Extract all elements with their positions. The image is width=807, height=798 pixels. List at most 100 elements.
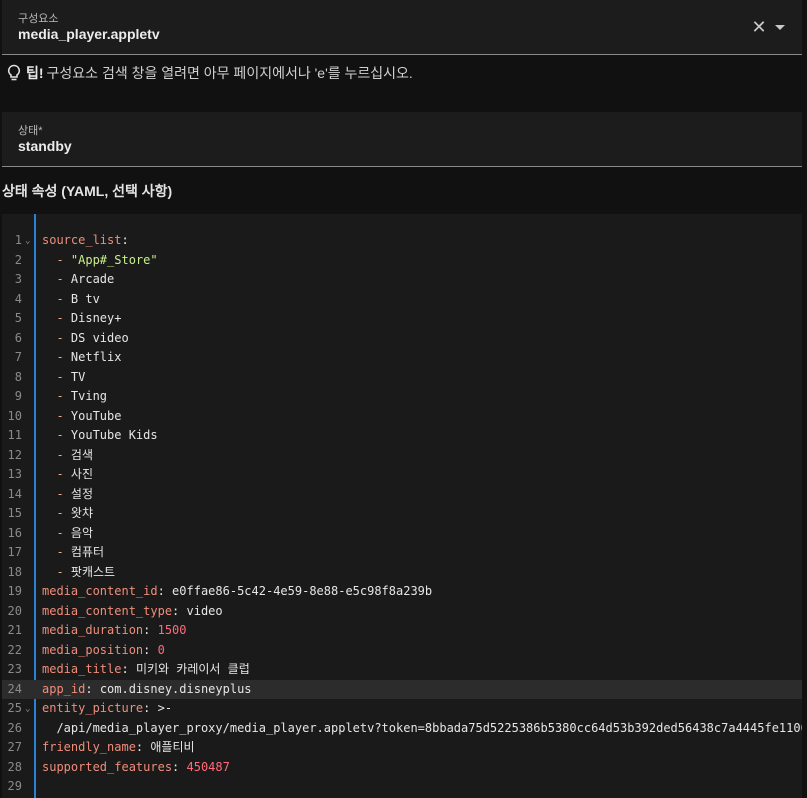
line-number: 29 bbox=[7, 779, 22, 793]
code-text: - 팟캐스트 bbox=[42, 563, 115, 583]
code-line[interactable]: 13 - 사진 bbox=[2, 465, 802, 485]
code-text: /api/media_player_proxy/media_player.app… bbox=[42, 719, 802, 739]
yaml-key: friendly_name bbox=[42, 740, 136, 754]
yaml-value: Netflix bbox=[70, 350, 122, 364]
list-dash: - bbox=[42, 350, 71, 364]
code-line[interactable]: 12 - 검색 bbox=[2, 446, 802, 466]
list-dash: - bbox=[42, 272, 71, 286]
list-dash: - bbox=[42, 525, 71, 540]
chevron-down-icon[interactable] bbox=[772, 19, 788, 35]
code-line[interactable]: 9 - Tving bbox=[2, 387, 802, 407]
code-line[interactable]: 16 - 음악 bbox=[2, 524, 802, 544]
code-text: media_duration: 1500 bbox=[42, 621, 187, 641]
code-text: media_position: 0 bbox=[42, 641, 165, 661]
line-number: 8 bbox=[14, 369, 22, 384]
yaml-value: B tv bbox=[70, 291, 100, 306]
code-line[interactable]: 6 - DS video bbox=[2, 329, 802, 349]
yaml-separator: : bbox=[121, 662, 136, 676]
entity-field-value[interactable]: media_player.appletv bbox=[18, 26, 160, 42]
code-text: supported_features: 450487 bbox=[42, 758, 230, 778]
code-line[interactable]: 3 - Arcade bbox=[2, 270, 802, 290]
code-line[interactable]: 19 media_content_id: e0ffae86-5c42-4e59-8… bbox=[2, 582, 802, 602]
code-text: app_id: com.disney.disneyplus bbox=[42, 680, 252, 700]
code-text: - Netflix bbox=[42, 348, 121, 368]
list-dash: - bbox=[42, 291, 71, 306]
code-line[interactable]: 14 - 설정 bbox=[2, 485, 802, 505]
list-dash: - bbox=[42, 564, 71, 579]
code-line[interactable]: 25 ⌄ entity_picture: >- bbox=[2, 699, 802, 719]
code-line[interactable]: 1 ⌄ source_list: bbox=[2, 231, 802, 251]
code-line[interactable]: 11 - YouTube Kids bbox=[2, 426, 802, 446]
line-number: 17 bbox=[7, 545, 22, 559]
code-text: - Disney+ bbox=[42, 309, 121, 329]
code-line[interactable]: 15 - 왓챠 bbox=[2, 504, 802, 524]
code-line[interactable]: 17 - 컴퓨터 bbox=[2, 543, 802, 563]
yaml-separator: : bbox=[172, 759, 187, 774]
fold-chevron-icon[interactable]: ⌄ bbox=[25, 232, 30, 252]
yaml-separator: : bbox=[135, 740, 151, 754]
yaml-separator: : bbox=[157, 584, 173, 598]
code-line[interactable]: 26 /api/media_player_proxy/media_player.… bbox=[2, 719, 802, 739]
line-number: 18 bbox=[7, 564, 22, 579]
code-text: - "App#_Store" bbox=[42, 251, 157, 271]
code-line[interactable]: 7 - Netflix bbox=[2, 348, 802, 368]
code-text: - YouTube Kids bbox=[42, 426, 157, 446]
yaml-editor[interactable]: 1 ⌄ source_list: 2 - "App#_Store" 3 - Arcade… bbox=[2, 214, 802, 798]
state-field-label: 상태* bbox=[18, 125, 43, 137]
line-number: 12 bbox=[7, 447, 22, 462]
code-line[interactable]: 28 supported_features: 450487 bbox=[2, 758, 802, 778]
code-line[interactable]: 18 - 팟캐스트 bbox=[2, 563, 802, 583]
code-line[interactable]: 2 - "App#_Store" bbox=[2, 251, 802, 271]
code-text: media_content_id: e0ffae86-5c42-4e59-8e8… bbox=[42, 582, 432, 602]
code-line[interactable]: 27 friendly_name: 애플티비 bbox=[2, 738, 802, 758]
list-dash: - bbox=[42, 252, 71, 267]
yaml-key: app_id bbox=[42, 681, 86, 696]
code-text: - 음악 bbox=[42, 524, 93, 544]
yaml-key: media_content_id bbox=[42, 584, 158, 598]
fold-chevron-icon[interactable]: ⌄ bbox=[25, 700, 30, 720]
code-line[interactable]: 24 app_id: com.disney.disneyplus bbox=[2, 679, 802, 700]
tip-message: 팁! 구성요소 검색 창을 열려면 아무 페이지에서나 'e'를 누르십시오. bbox=[6, 63, 413, 83]
yaml-value: 애플티비 bbox=[150, 740, 195, 754]
line-number: 22 bbox=[7, 642, 22, 657]
yaml-value: >- bbox=[157, 701, 173, 715]
yaml-separator: : bbox=[85, 681, 100, 696]
yaml-value: 컴퓨터 bbox=[70, 545, 105, 559]
close-icon[interactable]: ✕ bbox=[750, 18, 768, 36]
code-line[interactable]: 22 media_position: 0 bbox=[2, 641, 802, 661]
line-number: 19 bbox=[7, 584, 22, 598]
yaml-key: source_list bbox=[42, 233, 122, 247]
tip-text: 구성요소 검색 창을 열려면 아무 페이지에서나 'e'를 누르십시오. bbox=[46, 65, 413, 81]
tip-label: 팁! bbox=[26, 65, 44, 81]
list-dash: - bbox=[42, 506, 71, 520]
yaml-value: Arcade bbox=[70, 272, 115, 286]
code-text: - DS video bbox=[42, 329, 128, 349]
code-line[interactable]: 20 media_content_type: video bbox=[2, 602, 802, 622]
code-text: - Arcade bbox=[42, 270, 114, 290]
list-dash: - bbox=[42, 467, 71, 481]
state-field[interactable]: 상태* standby bbox=[2, 112, 802, 167]
line-number: 5 bbox=[14, 311, 22, 325]
yaml-value: Tving bbox=[70, 389, 108, 403]
code-text: - 검색 bbox=[42, 446, 93, 466]
code-line[interactable]: 8 - TV bbox=[2, 368, 802, 388]
yaml-key: entity_picture bbox=[42, 701, 144, 715]
state-field-value[interactable]: standby bbox=[18, 138, 72, 154]
entity-picker-field[interactable]: 구성요소 media_player.appletv ✕ bbox=[2, 0, 802, 55]
line-number: 4 bbox=[14, 291, 22, 306]
yaml-value: 450487 bbox=[186, 759, 230, 774]
list-dash: - bbox=[42, 486, 71, 501]
code-text: media_content_type: video bbox=[42, 602, 223, 622]
line-number: 10 bbox=[7, 408, 22, 423]
code-line[interactable]: 10 - YouTube bbox=[2, 407, 802, 427]
code-line[interactable]: 23 media_title: 미키와 카레이서 클럽 bbox=[2, 660, 802, 680]
yaml-separator: : bbox=[143, 642, 158, 657]
line-number: 3 bbox=[14, 272, 22, 286]
code-line[interactable]: 29 bbox=[2, 777, 802, 797]
line-number: 9 bbox=[14, 389, 22, 403]
code-line[interactable]: 21 media_duration: 1500 bbox=[2, 621, 802, 641]
code-line[interactable]: 5 - Disney+ bbox=[2, 309, 802, 329]
code-line[interactable]: 4 - B tv bbox=[2, 290, 802, 310]
yaml-key: media_title bbox=[42, 662, 122, 676]
line-number: 6 bbox=[14, 330, 22, 345]
